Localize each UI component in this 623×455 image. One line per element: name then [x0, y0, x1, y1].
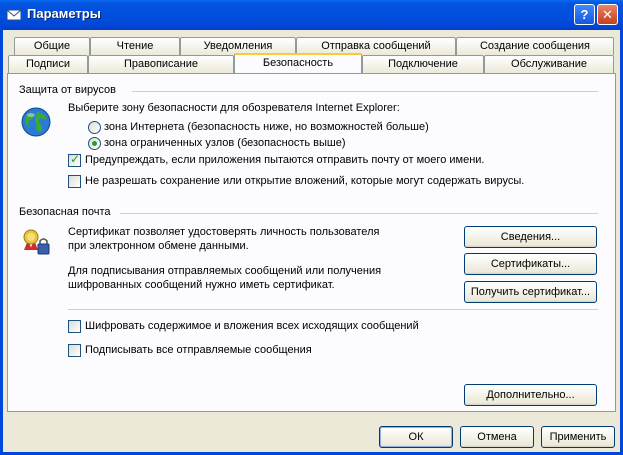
certificate-icon	[23, 229, 50, 255]
cert-description: Сертификат позволяет удостоверять личнос…	[68, 226, 380, 252]
zone-internet-label[interactable]: зона Интернета (безопасность ниже, но во…	[104, 121, 429, 133]
advanced-button[interactable]: Дополнительно...	[464, 384, 597, 406]
sign-all-checkbox[interactable]	[68, 344, 81, 357]
get-certificate-button[interactable]: Получить сертификат...	[464, 281, 597, 303]
zone-restricted-radio[interactable]	[88, 137, 101, 150]
block-attachments-checkbox[interactable]	[68, 175, 81, 188]
secure-mail-separator	[120, 213, 598, 214]
secure-mail-group-label: Безопасная почта	[19, 206, 111, 218]
apply-button[interactable]: Применить	[541, 426, 615, 448]
ok-button[interactable]: ОК	[379, 426, 453, 448]
cancel-button[interactable]: Отмена	[460, 426, 534, 448]
sign-all-label[interactable]: Подписывать все отправляемые сообщения	[85, 344, 312, 356]
virus-group-label: Защита от вирусов	[19, 84, 116, 96]
zone-prompt: Выберите зону безопасности для обозреват…	[68, 102, 400, 114]
encrypt-all-label[interactable]: Шифровать содержимое и вложения всех исх…	[85, 320, 419, 332]
sign-description: Для подписывания отправляемых сообщений …	[68, 265, 382, 291]
encrypt-all-checkbox[interactable]	[68, 320, 81, 333]
secure-mail-inner-separator	[68, 309, 598, 310]
globe-icon	[21, 107, 51, 137]
certificates-button[interactable]: Сертификаты...	[464, 253, 597, 275]
warn-send-checkbox[interactable]	[68, 152, 81, 167]
warn-send-label[interactable]: Предупреждать, если приложения пытаются …	[85, 154, 484, 166]
virus-group-separator	[132, 91, 598, 92]
info-button[interactable]: Сведения...	[464, 226, 597, 248]
block-attachments-label[interactable]: Не разрешать сохранение или открытие вло…	[85, 175, 524, 187]
zone-internet-radio[interactable]	[88, 121, 101, 134]
zone-restricted-label[interactable]: зона ограниченных узлов (безопасность вы…	[104, 137, 346, 149]
